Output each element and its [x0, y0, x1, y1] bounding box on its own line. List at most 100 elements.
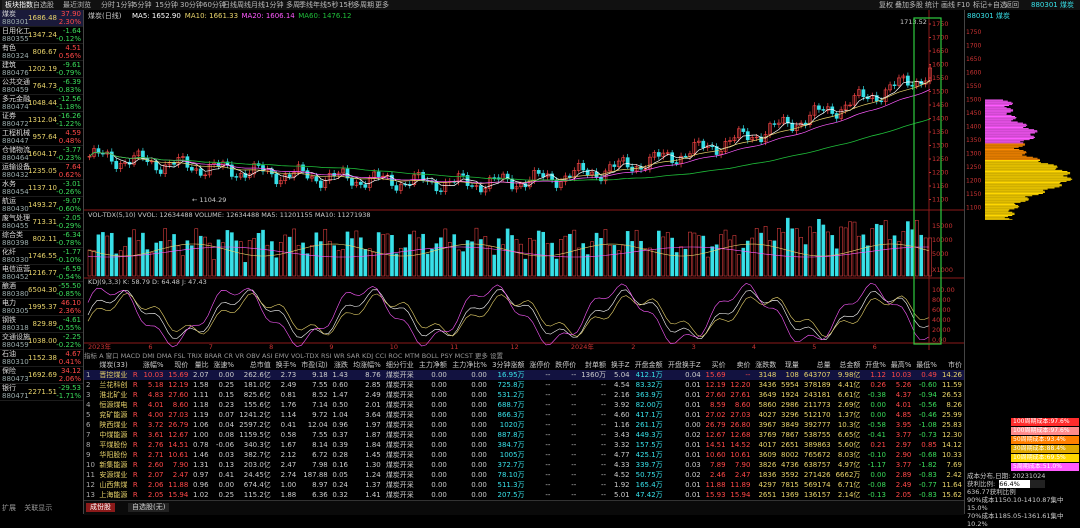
candle-body: [701, 140, 706, 149]
col-header[interactable]: 开盘%: [862, 360, 887, 370]
table-row[interactable]: 5 兖矿能源 R 4.00 27.03 1.19 0.07 1241.2亿 1.14 9.72 1.…: [84, 410, 964, 420]
col-header[interactable]: 最高%: [888, 360, 913, 370]
table-cell: --: [571, 381, 577, 389]
sector-price: 806.67: [32, 48, 58, 56]
sector-item[interactable]: 酿酒 880380 6504.30 -55.50 -0.85%: [0, 282, 83, 299]
sector-item[interactable]: 交通设施 880459 1038.00 -2.25 -0.22%: [0, 333, 83, 350]
table-cell: 4.00: [147, 411, 164, 419]
kline-chart-svg[interactable]: 煤炭(日线) MA5: 1652.90 MA10: 1661.33 MA20: 160…: [84, 10, 964, 351]
col-header[interactable]: 细分行业: [383, 360, 416, 370]
table-row[interactable]: 12 山西焦煤 R 2.06 11.88 0.96 0.00 674.4亿 1.00 8.97 0.…: [84, 480, 964, 490]
top-tab-5[interactable]: 5分钟: [130, 0, 154, 10]
col-header[interactable]: [131, 360, 140, 370]
col-header[interactable]: 3分钟涨额: [489, 360, 527, 370]
col-header[interactable]: 煤炭(33): [97, 360, 130, 370]
indicator-strip[interactable]: 指标 A 窗口 MACD DMI DMA FSL TRIX BRAR CR VR…: [84, 350, 964, 359]
col-header[interactable]: 涨跌: [330, 360, 350, 370]
sector-item[interactable]: 综合类 880398 802.11 -6.34 -0.78%: [0, 231, 83, 248]
chart-area[interactable]: 煤炭(日线) MA5: 1652.90 MA10: 1661.33 MA20: 160…: [84, 10, 964, 351]
col-header[interactable]: 涨幅%: [140, 360, 165, 370]
volume-bar: [523, 258, 528, 277]
table-row[interactable]: 6 陕西煤业 R 3.72 26.79 1.06 0.04 2597.2亿 0.41 12.04 0…: [84, 420, 964, 430]
sector-item[interactable]: 钢铁 880318 829.89 -4.61 -0.55%: [0, 316, 83, 333]
volume-bar: [198, 235, 203, 277]
table-cell: 1.31: [193, 461, 209, 469]
table-cell: 11.64: [941, 481, 962, 489]
top-tab-19[interactable]: 更多: [372, 0, 392, 10]
top-tab-2[interactable]: 最近浏览: [60, 0, 94, 10]
tab-constituents[interactable]: 成份股: [86, 503, 115, 512]
table-row[interactable]: 1 晋控煤业 R 10.03 15.69 2.07 0.00 262.6亿 2.73 9.18 1.…: [84, 370, 964, 380]
volume-bar: [505, 228, 510, 277]
col-header[interactable]: 市价: [939, 360, 964, 370]
sector-item[interactable]: 电信运营 880452 1216.77 -6.59 -0.54%: [0, 265, 83, 282]
col-header[interactable]: 主力净比%: [449, 360, 489, 370]
sector-item[interactable]: 运输设备 880432 1235.05 7.64 0.62%: [0, 163, 83, 180]
col-header[interactable]: 开盘金额: [632, 360, 665, 370]
sector-item[interactable]: 银行 880471 2271.51 -29.53 -1.71%: [0, 384, 83, 401]
col-header[interactable]: 卖价: [728, 360, 753, 370]
col-header[interactable]: 跌停价: [552, 360, 578, 370]
sector-item[interactable]: 废气处理 880455 713.31 -2.05 -0.29%: [0, 214, 83, 231]
sector-item[interactable]: 电力 880305 1995.37 46.10 2.36%: [0, 299, 83, 316]
sector-item[interactable]: 有色 880324 806.67 4.51 0.56%: [0, 44, 83, 61]
table-row[interactable]: 9 华阳股份 R 2.71 10.61 1.46 0.03 382.7亿 2.12 6.72 0.2…: [84, 450, 964, 460]
col-header[interactable]: [84, 360, 97, 370]
col-header[interactable]: 涨速%: [211, 360, 236, 370]
col-header[interactable]: 现价: [165, 360, 190, 370]
table-cell: 27.60: [168, 391, 189, 399]
sector-change: -29.53: [58, 384, 81, 392]
sector-item[interactable]: 化纤 880330 1746.55 -1.77 -0.10%: [0, 248, 83, 265]
col-header[interactable]: 涨跌数: [752, 360, 778, 370]
sector-item[interactable]: 证券 880472 1312.04 -16.26 -1.22%: [0, 112, 83, 129]
col-header[interactable]: 市盈(动): [298, 360, 330, 370]
sector-item[interactable]: 水务 880454 1137.10 -3.01 -0.26%: [0, 180, 83, 197]
col-header[interactable]: 主力净额: [416, 360, 449, 370]
col-header[interactable]: 买价: [703, 360, 728, 370]
volume-bar: [612, 245, 617, 277]
col-header[interactable]: 总量: [801, 360, 833, 370]
table-cell: -0.46: [918, 411, 937, 419]
expand-label[interactable]: 扩展: [2, 504, 16, 512]
sector-item[interactable]: 建筑 880476 1202.19 -9.61 -0.79%: [0, 61, 83, 78]
table-row[interactable]: 13 上海能源 R 2.05 15.94 1.02 0.25 115.2亿 1.88 6.36 0.…: [84, 490, 964, 500]
table-row[interactable]: 4 恒源煤电 R 4.01 8.60 1.18 0.23 155.6亿 1.76 7.14 0.50…: [84, 400, 964, 410]
col-header[interactable]: 均涨幅%: [350, 360, 383, 370]
col-header[interactable]: 最低%: [913, 360, 938, 370]
sector-item[interactable]: 多元金融 880474 1048.44 -12.56 -1.18%: [0, 95, 83, 112]
table-row[interactable]: 11 安源煤业 R 2.07 2.47 0.97 0.41 24.45亿 2.74 187.88 0…: [84, 470, 964, 480]
col-header[interactable]: 量比: [190, 360, 210, 370]
table-cell: 1.11: [193, 391, 209, 399]
col-header[interactable]: 现量: [778, 360, 801, 370]
linked-display-label[interactable]: 关联显示: [24, 504, 52, 512]
table-row[interactable]: 10 新集能源 R 2.60 7.90 1.31 0.13 203.0亿 2.47 7.98 0.1…: [84, 460, 964, 470]
table-cell: 淮北矿业: [99, 391, 128, 399]
sector-code: 880447: [2, 137, 29, 145]
top-tab-1[interactable]: 自选股: [30, 0, 57, 10]
table-cell: 11: [86, 471, 95, 479]
table-row[interactable]: 7 中煤能源 R 3.61 12.67 1.00 0.08 1159.5亿 0.58 7.55 0.…: [84, 430, 964, 440]
tab-watchlist[interactable]: 自选股(无): [128, 503, 170, 512]
table-row[interactable]: 8 平煤股份 R 2.76 14.51 0.78 -0.06 340.3亿 1.67 8.14 0.…: [84, 440, 964, 450]
table-row[interactable]: 2 兰花科创 R 5.18 12.19 1.58 0.25 181.0亿 2.49 7.55 0.6…: [84, 380, 964, 390]
sector-item[interactable]: 公共交通 880459 764.73 -6.39 -0.83%: [0, 78, 83, 95]
sector-item[interactable]: 航运 880430 1493.27 -9.07 -0.60%: [0, 197, 83, 214]
col-header[interactable]: 总市值: [236, 360, 273, 370]
table-cell: 9.72: [312, 411, 328, 419]
col-header[interactable]: 换手Z: [608, 360, 632, 370]
col-header[interactable]: 封单额: [578, 360, 608, 370]
table-row[interactable]: 3 淮北矿业 R 4.83 27.60 1.11 0.15 825.6亿 0.81 8.52 1.4…: [84, 390, 964, 400]
col-header[interactable]: 总金额: [833, 360, 863, 370]
col-header[interactable]: 开盘换手Z: [665, 360, 703, 370]
table-cell: 26.79: [705, 421, 726, 429]
table-cell: -0.77: [918, 481, 937, 489]
sector-item[interactable]: 工程机械 880447 957.64 4.59 0.48%: [0, 129, 83, 146]
col-header[interactable]: 涨停价: [527, 360, 553, 370]
sector-item[interactable]: 石油 880310 1152.38 4.67 0.41%: [0, 350, 83, 367]
sector-item[interactable]: 保险 880473 1692.69 34.12 2.06%: [0, 367, 83, 384]
sector-item[interactable]: 日用化工 880355 1347.24 -1.64 -0.12%: [0, 27, 83, 44]
sector-item[interactable]: 仓储物流 880464 1604.17 -3.77 -0.23%: [0, 146, 83, 163]
col-header[interactable]: 换手%: [273, 360, 298, 370]
sector-item[interactable]: 煤炭 880301 1686.48 37.90 2.30%: [0, 10, 83, 27]
tool-8[interactable]: 返回: [1002, 0, 1022, 10]
